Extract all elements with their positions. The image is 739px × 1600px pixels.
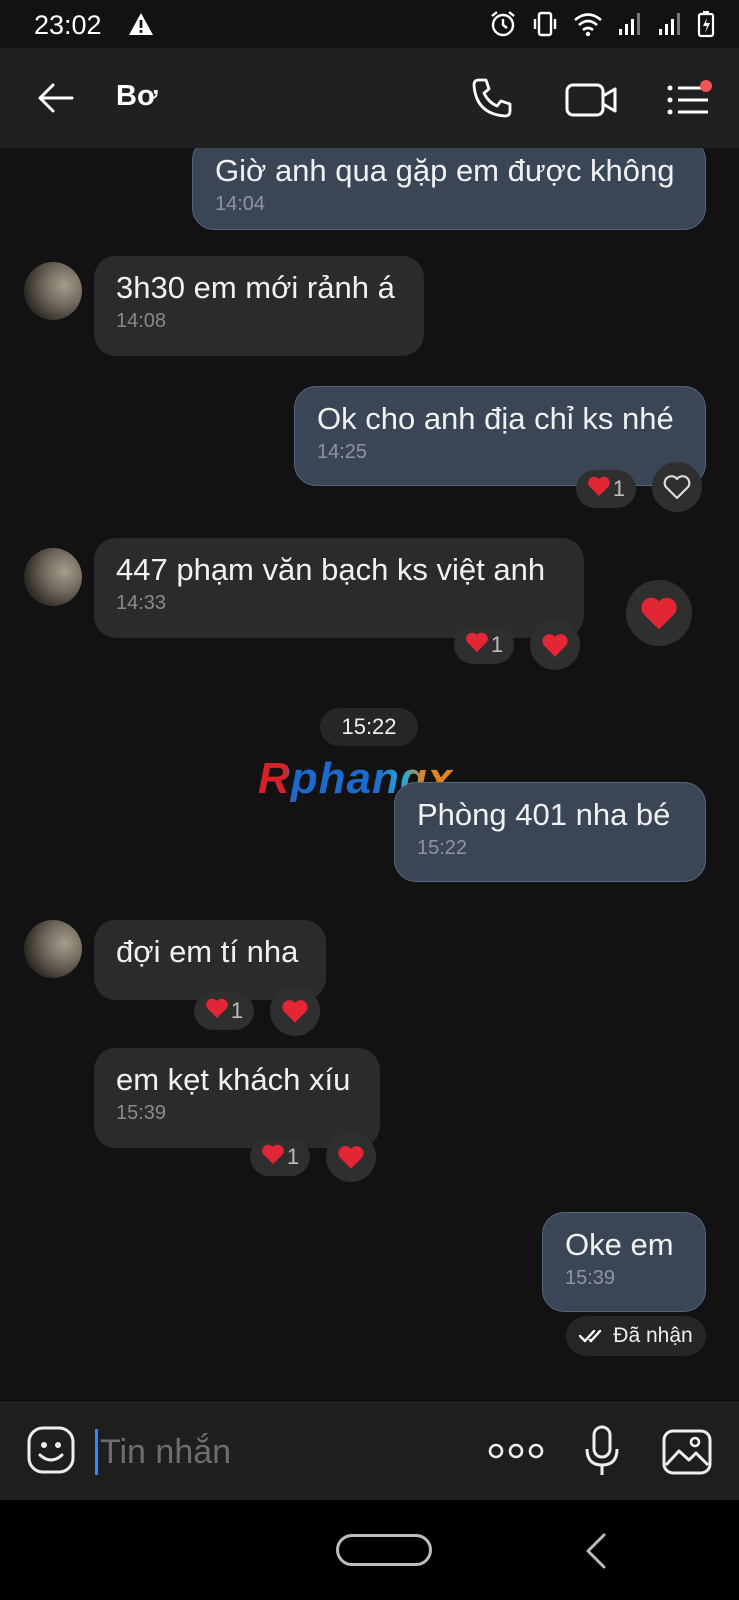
system-back-button[interactable] [584,1532,608,1570]
reaction-summary[interactable]: 1 [576,470,636,508]
signal-icon-2 [659,13,680,35]
message-text: 3h30 em mới rảnh á [116,270,395,305]
microphone-icon [585,1425,619,1475]
warning-icon [128,12,154,41]
message-bubble-outgoing[interactable]: Phòng 401 nha bé 15:22 [394,782,706,882]
message-text: 447 phạm văn bạch ks việt anh [116,552,546,587]
wifi-icon [574,13,602,37]
reaction-summary[interactable]: 1 [194,992,254,1030]
quick-heart-button[interactable] [626,580,692,646]
voice-call-button[interactable] [470,76,514,120]
more-dots-icon [488,1443,544,1459]
heart-icon [205,997,229,1025]
message-text: Ok cho anh địa chỉ ks nhé [317,401,674,436]
avatar[interactable] [24,262,82,320]
heart-outline-icon [663,475,691,500]
message-text: Phòng 401 nha bé [417,797,671,832]
heart-icon [465,631,489,659]
message-time: 14:33 [116,592,167,614]
voice-record-button[interactable] [584,1425,620,1477]
chat-header: Bơ [0,48,739,148]
avatar[interactable] [24,920,82,978]
message-time: 15:39 [116,1102,167,1124]
date-separator: 15:22 [320,708,418,746]
reaction-count: 1 [230,998,244,1023]
heart-icon [542,634,568,657]
reaction-summary[interactable]: 1 [454,626,514,664]
sticker-smile-icon [27,1426,75,1474]
home-button[interactable] [336,1534,432,1566]
react-button[interactable] [530,620,580,670]
gallery-button[interactable] [662,1429,712,1475]
message-text: đợi em tí nha [116,934,299,969]
status-icons [489,10,715,38]
reaction-count: 1 [612,476,626,501]
reaction-summary[interactable]: 1 [250,1138,310,1176]
message-bubble-outgoing[interactable]: Giờ anh qua gặp em được không 14:04 [192,148,706,230]
system-navigation-bar [0,1500,739,1600]
arrow-left-icon [38,83,74,113]
video-call-button[interactable] [564,80,618,120]
video-camera-icon [565,83,617,117]
message-bubble-incoming[interactable]: em kẹt khách xíu 15:39 [94,1048,380,1148]
message-bubble-incoming[interactable]: 3h30 em mới rảnh á 14:08 [94,256,424,356]
contact-name[interactable]: Bơ [116,80,158,113]
heart-icon [282,1000,308,1023]
delivery-status-text: Đã nhận [613,1324,693,1347]
message-time: 15:22 [417,837,468,859]
message-input[interactable] [100,1427,460,1477]
heart-icon [641,597,677,630]
options-menu-button[interactable] [666,80,714,120]
message-list[interactable]: Giờ anh qua gặp em được không 14:04 3h30… [0,148,739,1402]
avatar[interactable] [24,548,82,606]
alarm-icon [491,11,515,37]
emoji-button[interactable] [26,1425,76,1475]
message-text: Giờ anh qua gặp em được không [215,153,675,188]
heart-icon [587,475,611,503]
text-caret [95,1429,98,1475]
message-text: Oke em [565,1227,674,1262]
status-bar: 23:02 [0,0,739,48]
message-bubble-outgoing[interactable]: Oke em 15:39 [542,1212,706,1312]
back-button[interactable] [36,78,76,118]
double-check-icon [579,1329,602,1343]
image-icon [662,1429,712,1475]
reaction-count: 1 [490,632,504,657]
message-text: em kẹt khách xíu [116,1062,351,1097]
more-options-button[interactable] [488,1439,544,1463]
phone-icon [472,78,512,118]
delivery-status: Đã nhận [566,1316,706,1356]
message-bubble-outgoing[interactable]: Ok cho anh địa chỉ ks nhé 14:25 [294,386,706,486]
message-time: 14:04 [215,193,266,215]
list-menu-icon [667,80,712,115]
signal-icon [619,13,640,35]
reaction-count: 1 [286,1144,300,1169]
react-button[interactable] [270,986,320,1036]
react-button[interactable] [652,462,702,512]
message-composer [0,1402,739,1500]
status-time: 23:02 [34,10,102,40]
message-bubble-incoming[interactable]: 447 phạm văn bạch ks việt anh 14:33 [94,538,584,638]
chevron-left-icon [586,1533,606,1569]
heart-icon [261,1143,285,1171]
message-time: 14:08 [116,310,167,332]
heart-icon [338,1146,364,1169]
react-button[interactable] [326,1132,376,1182]
vibrate-icon [533,11,557,37]
battery-icon [697,11,715,38]
message-time: 14:25 [317,441,368,463]
message-time: 15:39 [565,1267,616,1289]
